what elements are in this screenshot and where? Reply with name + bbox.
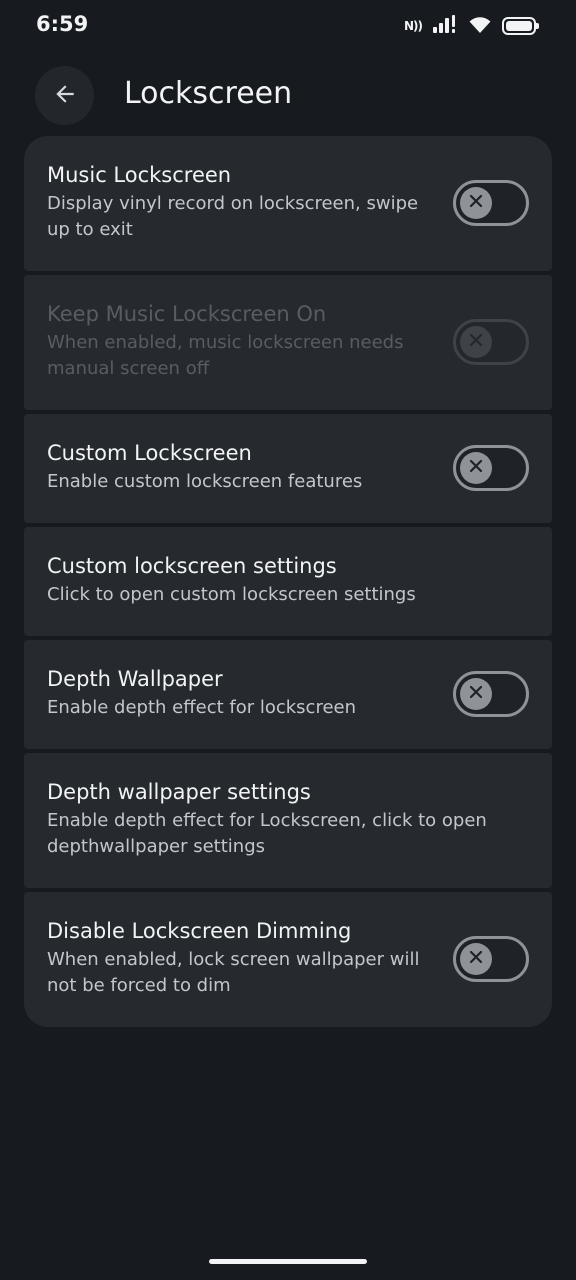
keep-music-lockscreen-on-toggle [453,319,529,365]
disable-lockscreen-dimming-toggle[interactable] [453,936,529,982]
close-icon [468,332,484,352]
setting-music-lockscreen[interactable]: Music Lockscreen Display vinyl record on… [24,136,552,271]
setting-depth-wallpaper-settings[interactable]: Depth wallpaper settings Enable depth ef… [24,753,552,888]
setting-title: Keep Music Lockscreen On [47,302,327,326]
toggle-knob [460,452,492,484]
gesture-nav-handle[interactable] [209,1259,367,1264]
setting-description: When enabled, lock screen wallpaper will… [47,949,420,996]
arrow-back-icon [52,81,78,111]
setting-custom-lockscreen-settings[interactable]: Custom lockscreen settings Click to open… [24,527,552,636]
setting-description: Click to open custom lockscreen settings [47,584,416,605]
setting-keep-music-lockscreen-on: Keep Music Lockscreen On When enabled, m… [24,275,552,410]
setting-depth-wallpaper[interactable]: Depth Wallpaper Enable depth effect for … [24,640,552,749]
toggle-knob [460,943,492,975]
music-lockscreen-toggle[interactable] [453,180,529,226]
close-icon [468,193,484,213]
depth-wallpaper-toggle[interactable] [453,671,529,717]
setting-description: Display vinyl record on lockscreen, swip… [47,193,419,240]
settings-list: Music Lockscreen Display vinyl record on… [24,136,552,1027]
wifi-icon [468,14,492,38]
battery-level [506,21,532,31]
toggle-knob [460,187,492,219]
setting-custom-lockscreen[interactable]: Custom Lockscreen Enable custom lockscre… [24,414,552,523]
status-bar: 6:59 N)) [0,0,576,52]
close-icon [468,684,484,704]
setting-title: Depth wallpaper settings [47,780,311,804]
custom-lockscreen-toggle[interactable] [453,445,529,491]
setting-description: Enable custom lockscreen features [47,471,363,492]
toggle-knob [460,678,492,710]
close-icon [468,458,484,478]
setting-description: When enabled, music lockscreen needs man… [47,332,404,379]
setting-description: Enable depth effect for Lockscreen, clic… [47,810,487,857]
toggle-knob [460,326,492,358]
setting-disable-lockscreen-dimming[interactable]: Disable Lockscreen Dimming When enabled,… [24,892,552,1027]
setting-title: Custom lockscreen settings [47,554,337,578]
battery-icon [502,17,539,35]
setting-description: Enable depth effect for lockscreen [47,697,357,718]
nfc-icon: N)) [403,19,423,33]
top-app-bar: Lockscreen [0,64,576,126]
setting-title: Music Lockscreen [47,163,232,187]
setting-title: Disable Lockscreen Dimming [47,919,352,943]
status-icons: N)) [403,14,539,38]
signal-icon [432,14,458,38]
back-button[interactable] [35,66,94,125]
close-icon [468,949,484,969]
status-time: 6:59 [36,12,89,36]
page-title: Lockscreen [124,76,293,111]
